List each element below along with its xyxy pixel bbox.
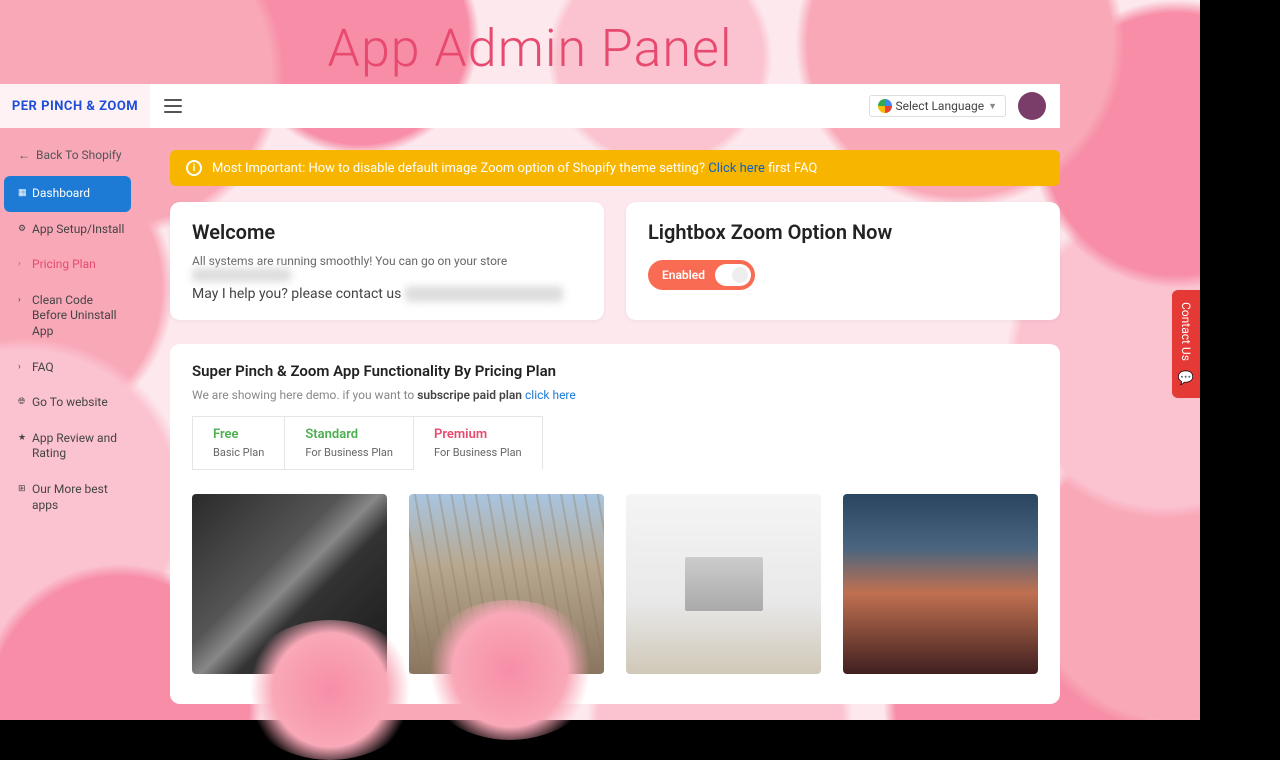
gear-icon: ⚙ bbox=[18, 224, 26, 236]
lightbox-card: Lightbox Zoom Option Now Enabled bbox=[626, 202, 1060, 320]
welcome-title: Welcome bbox=[192, 220, 582, 244]
demo-gallery bbox=[192, 494, 1038, 674]
important-alert: i Most Important: How to disable default… bbox=[170, 150, 1060, 186]
gallery-image-3[interactable] bbox=[626, 494, 821, 674]
sidebar-item-more-apps[interactable]: ⊞ Our More best apps bbox=[0, 472, 135, 523]
tab-standard[interactable]: Standard For Business Plan bbox=[284, 416, 413, 470]
chat-icon: 💬 bbox=[1178, 371, 1194, 386]
sidebar-item-faq[interactable]: › FAQ bbox=[0, 350, 135, 386]
info-icon: i bbox=[186, 160, 202, 176]
chevron-right-icon: › bbox=[18, 295, 26, 307]
right-black-strip bbox=[1200, 0, 1280, 720]
gallery-image-2[interactable] bbox=[409, 494, 604, 674]
functionality-title: Super Pinch & Zoom App Functionality By … bbox=[192, 362, 1038, 380]
functionality-section: Super Pinch & Zoom App Functionality By … bbox=[170, 344, 1060, 704]
globe-icon: 🌐︎ bbox=[18, 397, 26, 409]
page-title: App Admin Panel bbox=[0, 18, 1060, 79]
sidebar-item-go-to-website[interactable]: 🌐︎ Go To website bbox=[0, 385, 135, 421]
sidebar: ← Back To Shopify ▦ Dashboard ⚙ App Setu… bbox=[0, 140, 135, 523]
contact-us-tab[interactable]: Contact Us 💬 bbox=[1172, 290, 1200, 398]
topbar: Select Language ▼ bbox=[150, 84, 1060, 128]
gallery-image-4[interactable] bbox=[843, 494, 1038, 674]
menu-toggle-icon[interactable] bbox=[164, 99, 182, 113]
subscribe-link[interactable]: click here bbox=[525, 388, 576, 402]
gallery-image-1[interactable] bbox=[192, 494, 387, 674]
pricing-tabs: Free Basic Plan Standard For Business Pl… bbox=[192, 416, 1038, 470]
sidebar-item-app-setup[interactable]: ⚙ App Setup/Install bbox=[0, 212, 135, 248]
app-logo: PER PINCH & ZOOM bbox=[0, 84, 150, 128]
language-selector[interactable]: Select Language ▼ bbox=[869, 95, 1006, 117]
grid-icon: ▦ bbox=[18, 188, 26, 200]
back-to-shopify-link[interactable]: ← Back To Shopify bbox=[0, 140, 135, 176]
tab-premium[interactable]: Premium For Business Plan bbox=[413, 416, 543, 470]
sidebar-item-dashboard[interactable]: ▦ Dashboard bbox=[4, 176, 131, 212]
google-translate-icon bbox=[878, 99, 892, 113]
chevron-right-icon: › bbox=[18, 259, 26, 271]
sidebar-item-app-review[interactable]: ★ App Review and Rating bbox=[0, 421, 135, 472]
apps-icon: ⊞ bbox=[18, 484, 26, 496]
store-name-redacted: Hidden Storename bbox=[192, 268, 291, 282]
back-arrow-icon: ← bbox=[18, 148, 30, 162]
welcome-card: Welcome All systems are running smoothly… bbox=[170, 202, 604, 320]
lightbox-toggle[interactable]: Enabled bbox=[648, 260, 755, 290]
sidebar-item-clean-code[interactable]: › Clean Code Before Uninstall App bbox=[0, 283, 135, 350]
contact-email-redacted: app.example@gmail.com bbox=[405, 286, 563, 302]
star-icon: ★ bbox=[18, 433, 26, 445]
toggle-knob bbox=[715, 264, 751, 286]
tab-free[interactable]: Free Basic Plan bbox=[192, 416, 284, 470]
main-content: i Most Important: How to disable default… bbox=[170, 150, 1060, 704]
alert-faq-link[interactable]: Click here bbox=[708, 161, 765, 176]
chevron-right-icon: › bbox=[18, 362, 26, 374]
sidebar-item-pricing-plan[interactable]: › Pricing Plan bbox=[0, 247, 135, 283]
language-label: Select Language bbox=[896, 99, 985, 113]
lightbox-title: Lightbox Zoom Option Now bbox=[648, 220, 1038, 244]
user-avatar[interactable] bbox=[1018, 92, 1046, 120]
chevron-down-icon: ▼ bbox=[988, 101, 997, 112]
